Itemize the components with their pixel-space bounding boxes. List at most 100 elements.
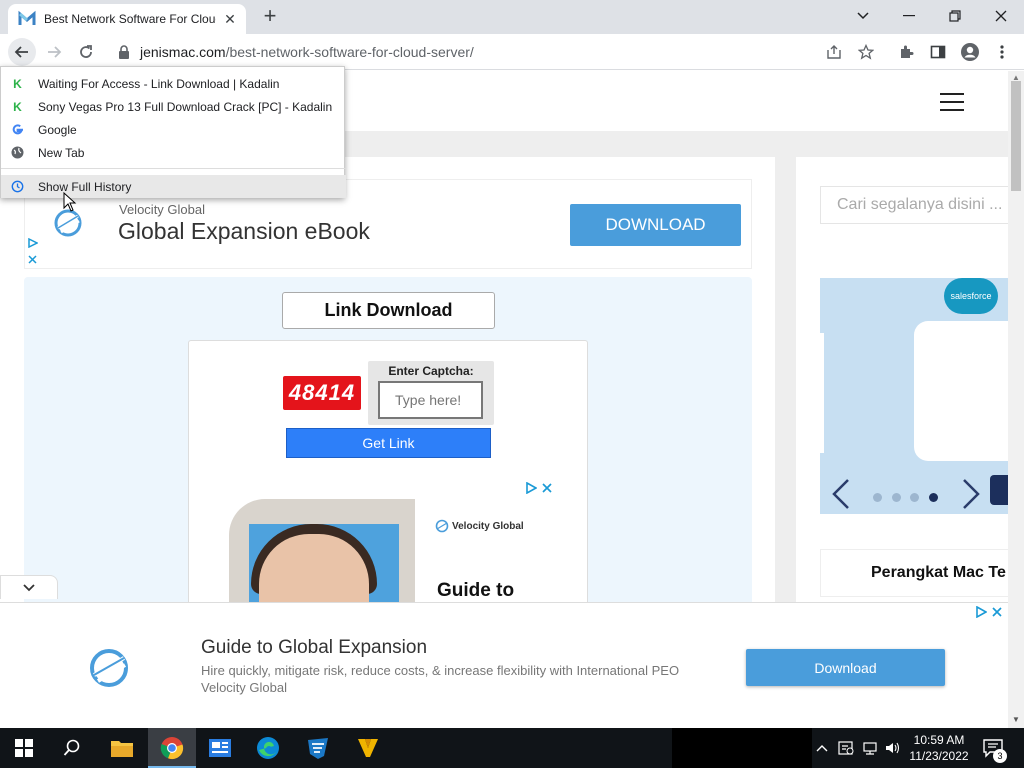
- ad-close-icon[interactable]: [542, 483, 552, 493]
- bottom-sticky-ad[interactable]: Guide to Global Expansion Hire quickly, …: [0, 602, 1008, 728]
- profile-avatar-icon[interactable]: [958, 40, 982, 64]
- reload-button[interactable]: [72, 38, 100, 66]
- site-favicon-icon: [18, 10, 36, 25]
- folder-icon: [111, 741, 133, 757]
- news-app-icon: [209, 739, 231, 757]
- back-button[interactable]: [8, 38, 36, 66]
- close-window-icon[interactable]: [978, 2, 1024, 30]
- news-app[interactable]: [196, 728, 244, 768]
- vegas-v-icon: [358, 739, 378, 757]
- chrome-app[interactable]: [148, 728, 196, 768]
- back-history-menu: K Waiting For Access - Link Download | K…: [0, 66, 346, 198]
- address-bar[interactable]: jenismac.com/best-network-software-for-c…: [108, 38, 884, 66]
- history-item[interactable]: K Sony Vegas Pro 13 Full Download Crack …: [1, 95, 346, 118]
- captcha-entry: Enter Captcha:: [368, 361, 494, 425]
- sidebar-search-input[interactable]: Cari segalanya disini ...: [820, 186, 1008, 224]
- url-path: /best-network-software-for-cloud-server/: [225, 44, 474, 60]
- scroll-down-icon[interactable]: ▼: [1012, 715, 1020, 724]
- hamburger-menu-icon[interactable]: [940, 93, 964, 111]
- ad-brand: Velocity Global: [119, 202, 205, 217]
- clock-date: 11/23/2022: [909, 749, 969, 763]
- new-tab-button[interactable]: +: [258, 5, 282, 29]
- globe-icon: [10, 145, 25, 160]
- slider-dot[interactable]: [873, 493, 882, 502]
- inner-ad-title: Guide to: [437, 580, 515, 601]
- windows-taskbar: 10:59 AM 11/23/2022 3: [0, 728, 1024, 768]
- volume-icon[interactable]: [884, 740, 900, 759]
- inner-ad-brand: Velocity Global: [435, 519, 524, 533]
- ad-close-icon[interactable]: [992, 607, 1002, 617]
- tab-close-icon[interactable]: ✕: [222, 11, 238, 28]
- search-button[interactable]: [48, 728, 96, 768]
- slider-dot-active[interactable]: [929, 493, 938, 502]
- page-scrollbar[interactable]: ▲ ▼: [1008, 71, 1024, 728]
- captcha-code: 48414: [283, 376, 361, 410]
- tray-spacer: [672, 728, 812, 768]
- file-explorer-app[interactable]: [98, 728, 146, 768]
- shield-icon: [308, 738, 328, 759]
- extensions-puzzle-icon[interactable]: [894, 40, 918, 64]
- browser-tab[interactable]: Best Network Software For Cloud Server ✕: [8, 4, 246, 34]
- notification-badge: 3: [993, 749, 1007, 763]
- salesforce-logo-icon: salesforce: [944, 278, 998, 314]
- ad-download-button[interactable]: DOWNLOAD: [570, 204, 741, 246]
- forward-button[interactable]: [40, 38, 68, 66]
- restore-icon[interactable]: [932, 2, 978, 30]
- captcha-input[interactable]: [378, 381, 483, 419]
- minimize-icon[interactable]: [886, 2, 932, 30]
- sidebar-slider: salesforce: [820, 278, 1008, 514]
- forward-arrow-icon: [48, 46, 62, 58]
- vpn-app[interactable]: [294, 728, 342, 768]
- slider-dot[interactable]: [910, 493, 919, 502]
- side-panel-icon[interactable]: [926, 40, 950, 64]
- network-icon[interactable]: [862, 740, 878, 759]
- browser-toolbar: jenismac.com/best-network-software-for-c…: [0, 34, 1024, 70]
- tab-search-icon[interactable]: [840, 2, 886, 30]
- adchoices-icon[interactable]: [525, 482, 537, 494]
- reload-icon: [80, 45, 92, 58]
- kadalin-k-icon: K: [13, 76, 22, 91]
- tray-overflow-chevron-up-icon[interactable]: [816, 740, 828, 755]
- get-link-button[interactable]: Get Link: [286, 428, 491, 458]
- share-icon[interactable]: [822, 40, 846, 64]
- link-download-button[interactable]: Link Download: [282, 292, 495, 329]
- slider-next-icon[interactable]: [962, 478, 980, 514]
- chrome-icon: [160, 737, 184, 760]
- url-host: jenismac.com: [140, 44, 226, 60]
- collapse-ad-button[interactable]: [0, 575, 58, 599]
- edge-app[interactable]: [244, 728, 292, 768]
- menu-divider: [1, 168, 346, 169]
- vegas-app[interactable]: [344, 728, 392, 768]
- bottom-ad-brand: Velocity Global: [201, 680, 287, 695]
- ad-title: Global Expansion eBook: [118, 218, 370, 244]
- history-item[interactable]: Google: [1, 118, 346, 141]
- slider-prev-icon[interactable]: [832, 478, 850, 514]
- lock-icon: [119, 45, 129, 59]
- tray-app-icon[interactable]: [838, 740, 854, 759]
- captcha-label: Enter Captcha:: [388, 364, 474, 378]
- bookmark-star-icon[interactable]: [854, 40, 878, 64]
- edge-icon: [257, 737, 279, 759]
- adchoices-icon[interactable]: [975, 606, 987, 618]
- slider-card: [914, 321, 1008, 461]
- ad-close-icon[interactable]: [28, 255, 37, 264]
- adchoices-icon[interactable]: [28, 238, 38, 248]
- scroll-thumb[interactable]: [1011, 81, 1021, 191]
- mouse-cursor-icon: [63, 192, 77, 212]
- start-button[interactable]: [0, 728, 48, 768]
- clock-time: 10:59 AM: [913, 733, 965, 747]
- chrome-menu-icon[interactable]: [990, 40, 1014, 64]
- bottom-ad-download-button[interactable]: Download: [746, 649, 945, 686]
- windows-logo-icon: [15, 739, 33, 757]
- back-arrow-icon: [14, 46, 28, 58]
- slider-cta[interactable]: [990, 475, 1008, 505]
- history-item[interactable]: New Tab: [1, 141, 346, 164]
- velocity-global-logo-icon: [90, 649, 128, 687]
- history-item[interactable]: K Waiting For Access - Link Download | K…: [1, 72, 346, 95]
- velocity-global-logo-icon: [435, 519, 449, 533]
- bottom-ad-description: Hire quickly, mitigate risk, reduce cost…: [201, 663, 680, 678]
- search-icon: [63, 739, 80, 756]
- slider-dot[interactable]: [892, 493, 901, 502]
- taskbar-clock[interactable]: 10:59 AM 11/23/2022: [904, 732, 974, 764]
- show-full-history-item[interactable]: Show Full History: [1, 175, 346, 198]
